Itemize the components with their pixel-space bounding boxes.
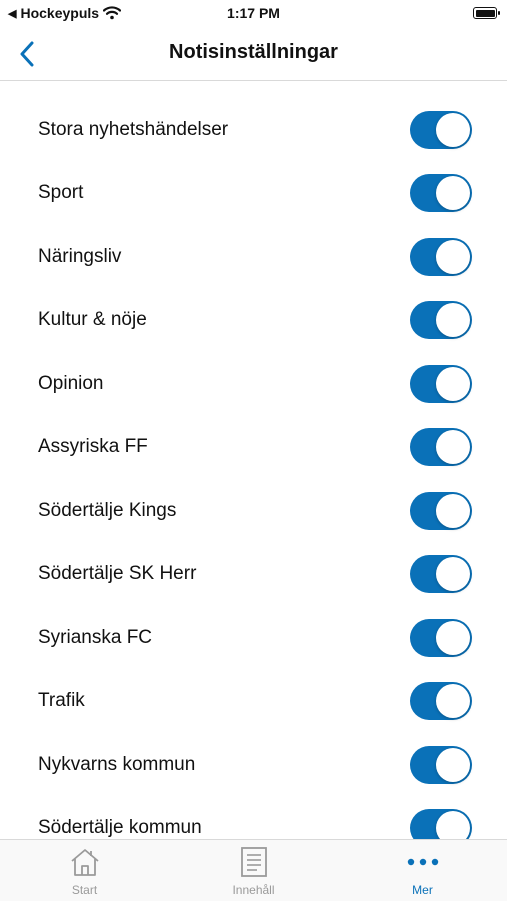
toggle-knob	[436, 748, 470, 782]
setting-label: Assyriska FF	[38, 436, 148, 457]
setting-row: Stora nyhetshändelser	[0, 98, 507, 161]
setting-toggle[interactable]	[410, 428, 472, 466]
setting-label: Södertälje Kings	[38, 500, 177, 521]
setting-label: Stora nyhetshändelser	[38, 119, 229, 140]
setting-row: Assyriska FF	[0, 415, 507, 478]
toggle-knob	[436, 176, 470, 210]
tab-label: Start	[71, 883, 98, 897]
toggle-knob	[436, 367, 470, 401]
setting-toggle[interactable]	[410, 238, 472, 276]
setting-label: Södertälje SK Herr	[38, 563, 197, 584]
setting-label: Trafik	[38, 690, 85, 711]
more-icon	[338, 846, 507, 878]
tab-mer[interactable]: Mer	[338, 840, 507, 901]
toggle-knob	[436, 811, 470, 839]
toggle-knob	[436, 494, 470, 528]
nav-bar: Notisinställningar	[0, 28, 507, 81]
setting-row: Opinion	[0, 352, 507, 415]
setting-label: Syrianska FC	[38, 627, 153, 648]
tab-bar: Start Innehåll Mer	[0, 839, 507, 901]
setting-row: Trafik	[0, 669, 507, 732]
page-title: Notisinställningar	[169, 41, 338, 63]
tab-label: Innehåll	[232, 883, 275, 897]
toggle-knob	[436, 240, 470, 274]
battery-icon	[473, 7, 500, 19]
tab-label: Mer	[412, 883, 433, 897]
tab-innehall[interactable]: Innehåll	[169, 840, 338, 901]
toggle-knob	[436, 113, 470, 147]
setting-toggle[interactable]	[410, 301, 472, 339]
toggle-knob	[436, 557, 470, 591]
setting-row: Södertälje kommun	[0, 796, 507, 839]
setting-toggle[interactable]	[410, 111, 472, 149]
tab-start[interactable]: Start	[0, 840, 169, 901]
setting-label: Södertälje kommun	[38, 817, 202, 838]
setting-label: Kultur & nöje	[38, 309, 147, 330]
toggle-knob	[436, 303, 470, 337]
toggle-knob	[436, 621, 470, 655]
setting-label: Näringsliv	[38, 246, 122, 267]
setting-label: Opinion	[38, 373, 104, 394]
setting-toggle[interactable]	[410, 682, 472, 720]
document-icon	[169, 846, 338, 878]
setting-row: Södertälje Kings	[0, 479, 507, 542]
setting-toggle[interactable]	[410, 746, 472, 784]
setting-label: Sport	[38, 182, 84, 203]
setting-toggle[interactable]	[410, 174, 472, 212]
toggle-knob	[436, 684, 470, 718]
setting-row: Nykvarns kommun	[0, 733, 507, 796]
setting-toggle[interactable]	[410, 555, 472, 593]
setting-row: Södertälje SK Herr	[0, 542, 507, 605]
setting-label: Nykvarns kommun	[38, 754, 196, 775]
notification-settings-list[interactable]: Stora nyhetshändelser Sport Näringsliv K…	[0, 81, 507, 839]
setting-row: Sport	[0, 161, 507, 224]
setting-toggle[interactable]	[410, 365, 472, 403]
setting-row: Kultur & nöje	[0, 288, 507, 351]
setting-toggle[interactable]	[410, 619, 472, 657]
status-bar: ◀ Hockeypuls 1:17 PM	[0, 0, 507, 28]
home-icon	[0, 846, 169, 878]
setting-row: Syrianska FC	[0, 606, 507, 669]
setting-toggle[interactable]	[410, 809, 472, 839]
toggle-knob	[436, 430, 470, 464]
setting-row: Näringsliv	[0, 225, 507, 288]
status-time: 1:17 PM	[227, 5, 280, 21]
setting-toggle[interactable]	[410, 492, 472, 530]
